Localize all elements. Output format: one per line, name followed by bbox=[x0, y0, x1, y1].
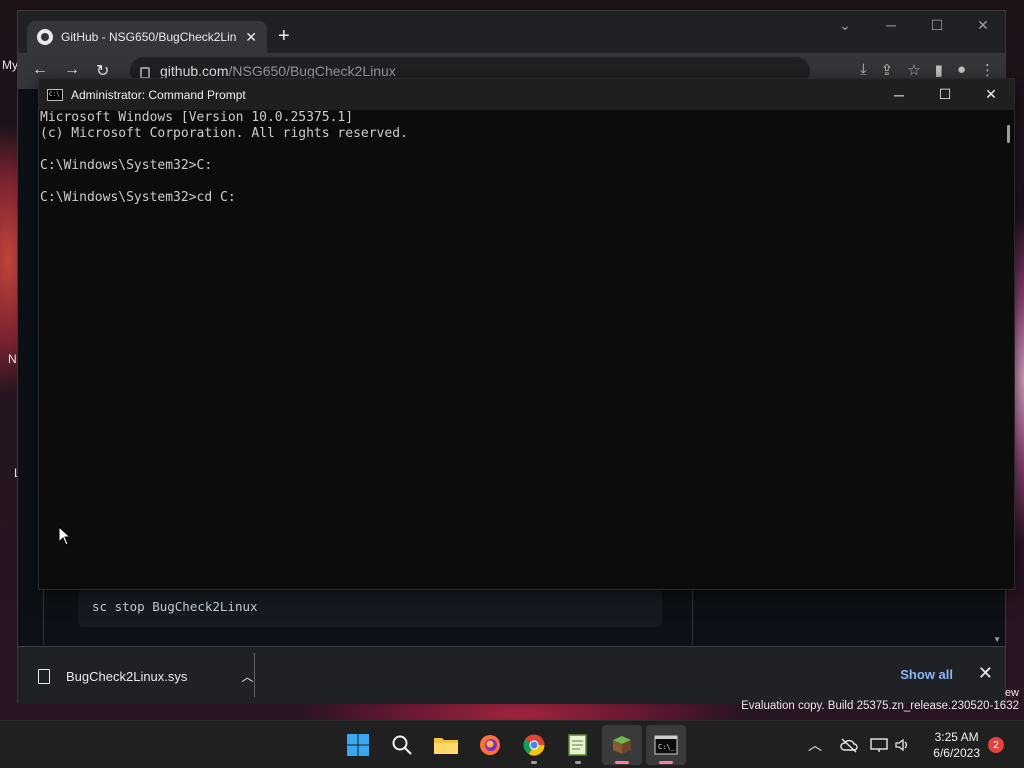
code-snippet[interactable]: sc stop BugCheck2Linux bbox=[78, 589, 662, 627]
evaluation-watermark: Evaluation copy. Build 25375.zn_release.… bbox=[741, 700, 1019, 712]
running-indicator bbox=[615, 761, 629, 764]
taskbar-command-prompt[interactable]: C:\_ bbox=[646, 725, 686, 765]
close-window-button[interactable]: ✕ bbox=[971, 17, 995, 34]
menu-kebab-icon[interactable]: ⋮ bbox=[980, 61, 995, 79]
new-tab-button[interactable]: + bbox=[278, 26, 290, 46]
cmd-app-icon: C:\ bbox=[47, 88, 63, 101]
browser-tab-github[interactable]: GitHub - NSG650/BugCheck2Linux ✕ bbox=[27, 21, 267, 53]
start-button[interactable] bbox=[338, 725, 378, 765]
share-icon[interactable]: ⇪ bbox=[881, 61, 894, 79]
back-arrow-icon[interactable]: ← bbox=[32, 61, 48, 79]
side-panel-icon[interactable]: ▮ bbox=[935, 61, 943, 79]
content-divider bbox=[43, 589, 44, 645]
window-title: Administrator: Command Prompt bbox=[71, 87, 246, 102]
close-tab-icon[interactable]: ✕ bbox=[245, 29, 257, 46]
taskbar-notepad-plus-plus[interactable] bbox=[558, 725, 598, 765]
tab-strip: GitHub - NSG650/BugCheck2Linux ✕ + ⌄ ─ ☐… bbox=[18, 11, 1005, 53]
tab-title: GitHub - NSG650/BugCheck2Linux bbox=[61, 30, 238, 44]
scrollbar-thumb[interactable] bbox=[1007, 125, 1010, 143]
search-button[interactable] bbox=[382, 725, 422, 765]
file-icon bbox=[38, 668, 50, 684]
running-indicator bbox=[531, 761, 537, 764]
terminal-line: (c) Microsoft Corporation. All rights re… bbox=[40, 126, 408, 141]
profile-avatar-icon[interactable]: ● bbox=[957, 61, 966, 79]
minecraft-grass-block-icon bbox=[613, 736, 631, 754]
taskbar-file-explorer[interactable] bbox=[426, 725, 466, 765]
taskbar-minecraft[interactable] bbox=[602, 725, 642, 765]
maximize-button[interactable]: ☐ bbox=[925, 17, 949, 34]
terminal-line: Microsoft Windows [Version 10.0.25375.1] bbox=[40, 110, 354, 125]
windows-logo-icon bbox=[347, 734, 369, 756]
chevron-up-icon: ︿ bbox=[808, 737, 822, 753]
bookmark-star-icon[interactable]: ☆ bbox=[907, 61, 920, 79]
show-hidden-icons-button[interactable]: ︿ bbox=[808, 721, 822, 768]
desktop-icon-label-fragment: My bbox=[2, 58, 18, 72]
forward-arrow-icon[interactable]: → bbox=[64, 61, 80, 79]
cloud-off-icon bbox=[840, 738, 858, 753]
running-indicator bbox=[659, 761, 673, 764]
cmd-title-bar[interactable]: C:\ Administrator: Command Prompt ─ ☐ ✕ bbox=[39, 79, 1014, 110]
minimize-button[interactable]: ─ bbox=[879, 17, 903, 34]
notification-badge[interactable]: 2 bbox=[988, 737, 1004, 753]
install-app-icon[interactable]: ⤓ bbox=[860, 61, 867, 79]
divider bbox=[254, 653, 255, 697]
terminal-line: C:\Windows\System32>C: bbox=[40, 158, 213, 173]
clock-date: 6/6/2023 bbox=[933, 746, 980, 760]
github-icon bbox=[37, 29, 53, 45]
chevron-up-icon[interactable]: ︿ bbox=[241, 668, 253, 685]
search-icon bbox=[392, 735, 412, 755]
code-text: sc stop BugCheck2Linux bbox=[92, 599, 258, 614]
download-item[interactable]: BugCheck2Linux.sys ︿ bbox=[38, 647, 253, 705]
chrome-icon bbox=[523, 734, 545, 756]
close-button[interactable]: ✕ bbox=[968, 79, 1014, 110]
scroll-down-arrow-icon[interactable]: ▼ bbox=[993, 635, 1001, 644]
watermark-fragment: ew bbox=[1004, 687, 1019, 699]
taskbar-firefox[interactable] bbox=[470, 725, 510, 765]
cmd-window-controls: ─ ☐ ✕ bbox=[876, 79, 1014, 110]
show-all-button[interactable]: Show all bbox=[900, 667, 953, 682]
browser-window-controls: ⌄ ─ ☐ ✕ bbox=[833, 17, 995, 34]
folder-icon bbox=[434, 738, 458, 754]
svg-text:C:\_: C:\_ bbox=[658, 743, 676, 751]
system-clock[interactable]: 3:25 AM 6/6/2023 bbox=[933, 729, 980, 761]
running-indicator bbox=[575, 761, 581, 764]
notepad-plus-plus-icon bbox=[568, 734, 587, 756]
download-bar: BugCheck2Linux.sys ︿ Show all ✕ bbox=[18, 646, 1005, 704]
display-icon[interactable] bbox=[870, 721, 888, 768]
speaker-icon bbox=[895, 738, 907, 752]
close-download-bar-icon[interactable]: ✕ bbox=[978, 663, 993, 684]
url-host: github.com bbox=[160, 63, 229, 79]
content-divider bbox=[692, 589, 693, 645]
firefox-icon bbox=[480, 735, 500, 755]
toolbar-icons: ⤓ ⇪ ☆ ▮ ● ⋮ bbox=[860, 61, 995, 79]
clock-time: 3:25 AM bbox=[934, 730, 979, 744]
volume-icon[interactable] bbox=[894, 721, 912, 768]
terminal-icon: C:\_ bbox=[654, 735, 678, 755]
maximize-button[interactable]: ☐ bbox=[922, 79, 968, 110]
terminal-output[interactable]: Microsoft Windows [Version 10.0.25375.1]… bbox=[39, 110, 998, 589]
monitor-icon bbox=[870, 738, 888, 752]
taskbar: C:\_ ︿ 3:25 AM 6/6/2023 2 bbox=[0, 720, 1024, 768]
desktop-icon-label-fragment: N bbox=[8, 352, 17, 366]
terminal-line: C:\Windows\System32>cd C: bbox=[40, 190, 236, 205]
lock-icon bbox=[140, 66, 150, 79]
download-file-name: BugCheck2Linux.sys bbox=[66, 668, 188, 684]
minimize-button[interactable]: ─ bbox=[876, 79, 922, 110]
network-disconnected-icon[interactable] bbox=[840, 721, 858, 768]
taskbar-chrome[interactable] bbox=[514, 725, 554, 765]
command-prompt-window: C:\ Administrator: Command Prompt ─ ☐ ✕ … bbox=[38, 78, 1015, 590]
url-path: /NSG650/BugCheck2Linux bbox=[228, 63, 396, 79]
mouse-pointer-icon bbox=[58, 526, 72, 546]
tab-search-icon[interactable]: ⌄ bbox=[833, 17, 857, 34]
